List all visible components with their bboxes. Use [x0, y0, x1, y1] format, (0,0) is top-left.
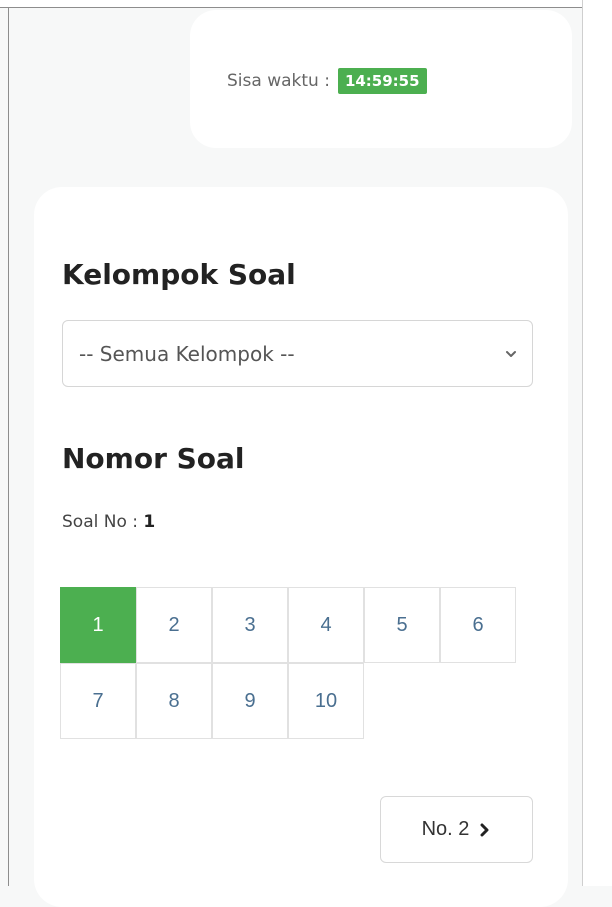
number-section-title: Nomor Soal	[62, 442, 245, 475]
frame-left-border	[8, 8, 9, 886]
question-number-button[interactable]: 5	[364, 587, 440, 663]
group-select-value: -- Semua Kelompok --	[79, 341, 295, 366]
question-number-button[interactable]: 2	[136, 587, 212, 663]
timer-label: Sisa waktu :	[227, 71, 330, 91]
group-select[interactable]: -- Semua Kelompok --	[62, 320, 533, 387]
current-question-prefix: Soal No :	[62, 512, 138, 532]
frame-top-border	[0, 0, 583, 8]
next-question-label: No. 2	[421, 818, 470, 840]
question-number-button[interactable]: 7	[60, 663, 136, 739]
question-number-button[interactable]: 4	[288, 587, 364, 663]
question-number-button[interactable]: 9	[212, 663, 288, 739]
next-question-button[interactable]: No. 2	[380, 796, 533, 863]
group-section-title: Kelompok Soal	[62, 258, 296, 291]
question-number-button[interactable]: 1	[60, 587, 136, 663]
current-question-number: 1	[143, 512, 156, 532]
question-number-button[interactable]: 8	[136, 663, 212, 739]
chevron-right-icon	[480, 823, 489, 836]
question-number-button[interactable]: 6	[440, 587, 516, 663]
timer-display: Sisa waktu : 14:59:55	[227, 66, 533, 96]
question-number-button[interactable]: 3	[212, 587, 288, 663]
current-question-label: Soal No : 1	[62, 509, 155, 535]
question-number-button[interactable]: 10	[288, 663, 364, 739]
timer-badge: 14:59:55	[337, 68, 427, 94]
chevron-down-icon	[506, 350, 516, 357]
outside-area	[583, 0, 612, 886]
question-number-grid: 1 2 3 4 5 6 7 8 9 10	[60, 587, 516, 743]
